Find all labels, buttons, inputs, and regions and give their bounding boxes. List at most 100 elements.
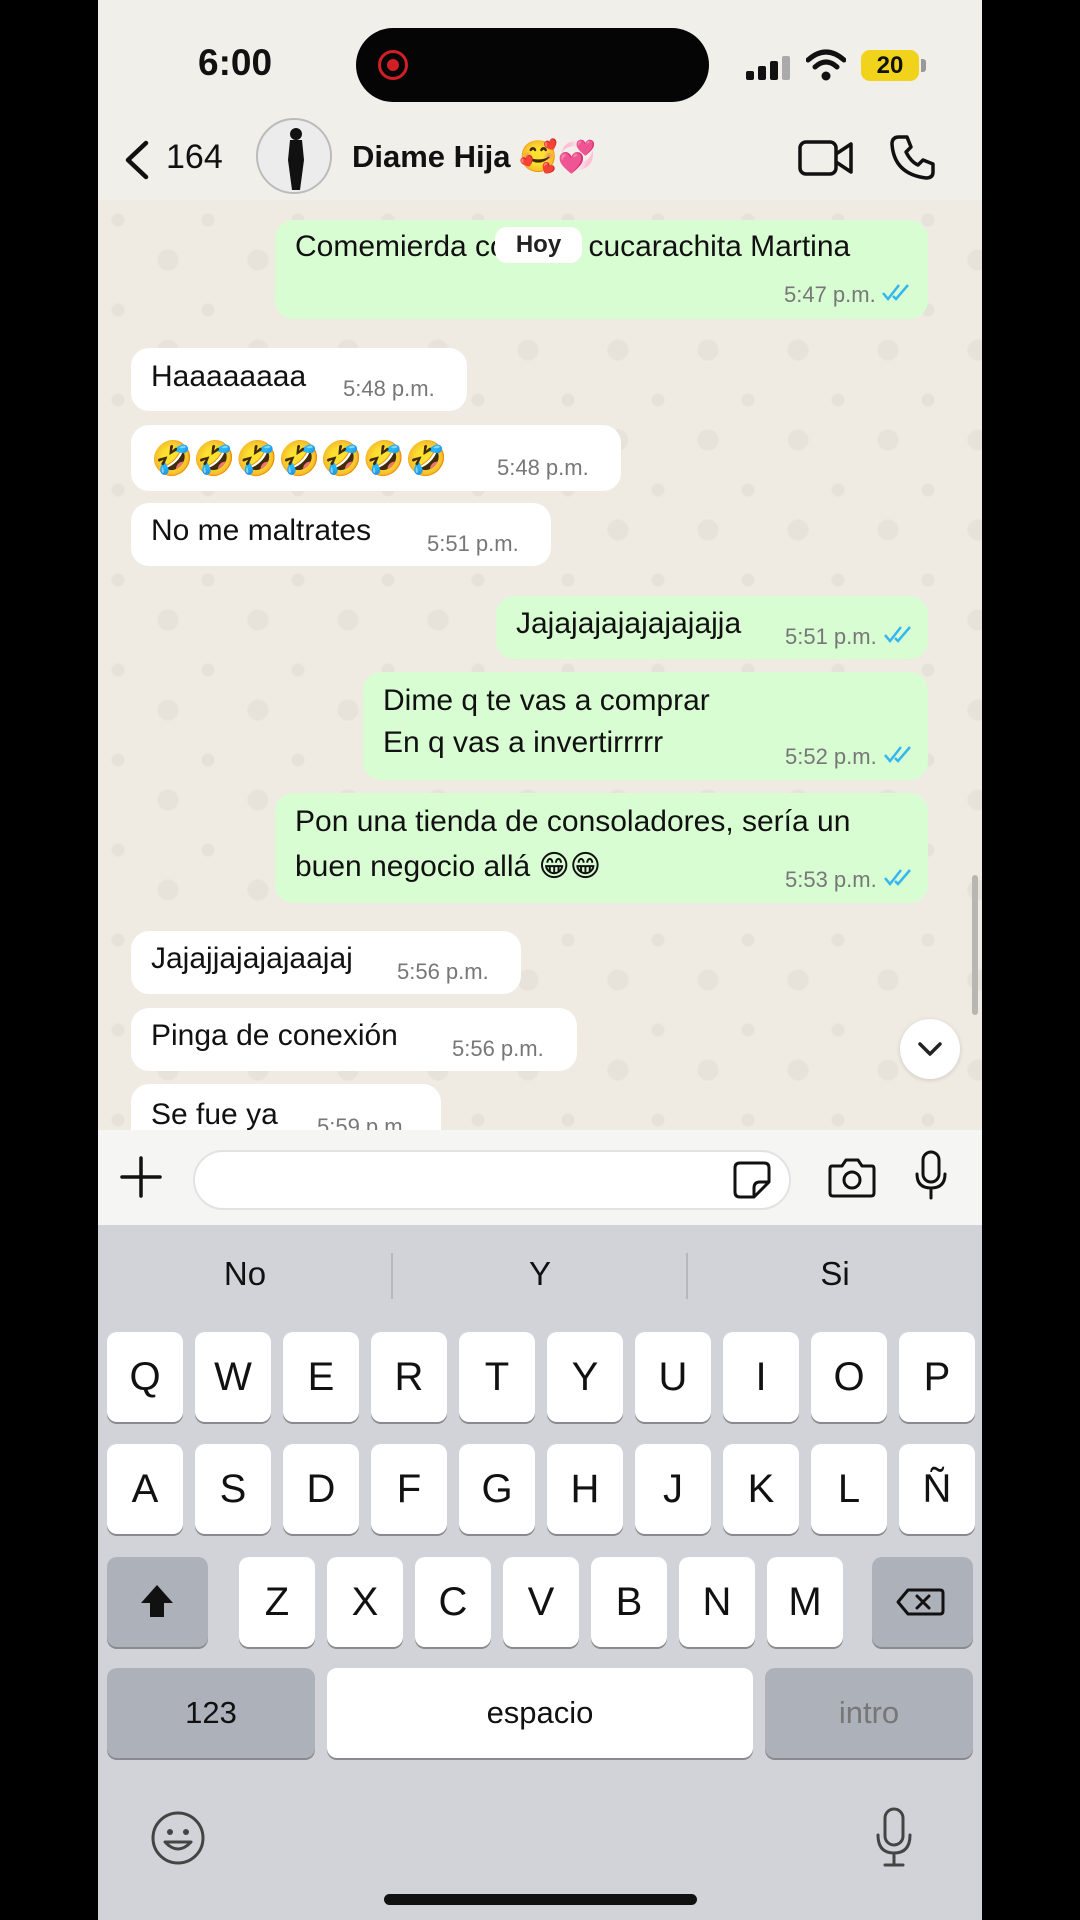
- dictation-mic-icon[interactable]: [874, 1807, 914, 1869]
- chat-screen: 6:00 20 164 Diame Hija 🥰💞 Comemierda com…: [98, 0, 982, 1920]
- recording-indicator-icon: [378, 50, 408, 80]
- key-z[interactable]: Z: [239, 1557, 315, 1647]
- message-bubble-incoming[interactable]: 🤣🤣🤣🤣🤣🤣🤣 5:48 p.m.: [131, 425, 621, 491]
- read-receipt-icon: [884, 746, 911, 763]
- sticker-icon[interactable]: [732, 1160, 772, 1200]
- message-text: Dime q te vas a comprar: [383, 684, 710, 717]
- shift-arrow-icon: [141, 1585, 173, 1617]
- key-u[interactable]: U: [635, 1332, 711, 1422]
- key-w[interactable]: W: [195, 1332, 271, 1422]
- message-text: En q vas a invertirrrrr: [383, 726, 664, 759]
- key-i[interactable]: I: [723, 1332, 799, 1422]
- battery-indicator: 20: [861, 50, 919, 81]
- message-time: 5:53 p.m.: [785, 867, 877, 892]
- key-g[interactable]: G: [459, 1444, 535, 1534]
- space-key[interactable]: espacio: [327, 1668, 753, 1758]
- message-bubble-outgoing[interactable]: Jajajajajajajajajja 5:51 p.m.: [496, 596, 928, 659]
- shift-key[interactable]: [107, 1557, 208, 1647]
- battery-cap: [921, 59, 926, 72]
- status-time: 6:00: [198, 42, 273, 83]
- key-r[interactable]: R: [371, 1332, 447, 1422]
- camera-icon[interactable]: [828, 1156, 876, 1198]
- key-k[interactable]: K: [723, 1444, 799, 1534]
- cellular-signal-icon: [746, 56, 790, 80]
- message-text: Haaaaaaaa: [151, 360, 307, 393]
- message-bubble-outgoing[interactable]: Comemierda como la cucarachita Martina 5…: [275, 220, 928, 319]
- message-time: 5:52 p.m.: [785, 744, 877, 769]
- keyboard: No Y Si Q W E R T Y U I O P A S D F G H …: [98, 1225, 982, 1920]
- unread-chats-count[interactable]: 164: [166, 138, 223, 177]
- message-time: 5:59 p.m.: [317, 1114, 409, 1130]
- voice-call-icon[interactable]: [890, 134, 936, 180]
- key-b[interactable]: B: [591, 1557, 667, 1647]
- suggestion-1[interactable]: No: [98, 1255, 392, 1293]
- key-o[interactable]: O: [811, 1332, 887, 1422]
- key-x[interactable]: X: [327, 1557, 403, 1647]
- message-text: 🤣🤣🤣🤣🤣🤣🤣: [151, 440, 448, 478]
- message-text: Pinga de conexión: [151, 1019, 398, 1052]
- key-j[interactable]: J: [635, 1444, 711, 1534]
- key-c[interactable]: C: [415, 1557, 491, 1647]
- key-a[interactable]: A: [107, 1444, 183, 1534]
- scroll-to-bottom-button[interactable]: [900, 1019, 960, 1079]
- key-h[interactable]: H: [547, 1444, 623, 1534]
- message-bubble-incoming[interactable]: Jajajjajajajaajaj 5:56 p.m.: [131, 931, 521, 994]
- back-chevron-icon[interactable]: [120, 140, 154, 180]
- voice-note-mic-icon[interactable]: [914, 1150, 948, 1200]
- read-receipt-icon: [884, 626, 911, 643]
- suggestion-3[interactable]: Si: [688, 1255, 982, 1293]
- key-m[interactable]: M: [767, 1557, 843, 1647]
- message-bubble-outgoing[interactable]: Pon una tienda de consoladores, sería un…: [275, 793, 928, 903]
- message-bubble-incoming[interactable]: No me maltrates 5:51 p.m.: [131, 503, 551, 566]
- message-time: 5:51 p.m.: [427, 531, 519, 556]
- message-time: 5:48 p.m.: [343, 376, 435, 401]
- read-receipt-icon: [884, 869, 911, 886]
- key-t[interactable]: T: [459, 1332, 535, 1422]
- message-time: 5:56 p.m.: [452, 1036, 544, 1061]
- message-bubble-incoming[interactable]: Pinga de conexión 5:56 p.m.: [131, 1008, 577, 1071]
- scroll-indicator[interactable]: [972, 875, 978, 1015]
- message-text: Pon una tienda de consoladores, sería un: [295, 805, 851, 838]
- message-list[interactable]: Comemierda como la cucarachita Martina 5…: [98, 200, 982, 1130]
- key-n[interactable]: N: [679, 1557, 755, 1647]
- contact-name[interactable]: Diame Hija 🥰💞: [352, 138, 596, 175]
- contact-avatar[interactable]: [256, 118, 332, 194]
- message-text: No me maltrates: [151, 514, 372, 547]
- key-e[interactable]: E: [283, 1332, 359, 1422]
- message-time: 5:48 p.m.: [497, 455, 589, 480]
- attach-plus-icon[interactable]: [120, 1156, 162, 1198]
- message-text: Se fue ya: [151, 1098, 278, 1130]
- key-s[interactable]: S: [195, 1444, 271, 1534]
- message-text: Jajajjajajajaajaj: [151, 942, 353, 975]
- wifi-icon: [806, 49, 846, 81]
- key-l[interactable]: L: [811, 1444, 887, 1534]
- date-chip: Hoy: [495, 227, 582, 263]
- message-bubble-incoming[interactable]: Se fue ya 5:59 p.m.: [131, 1084, 441, 1130]
- message-time: 5:47 p.m.: [784, 282, 876, 307]
- chevron-down-icon: [918, 1042, 942, 1056]
- key-q[interactable]: Q: [107, 1332, 183, 1422]
- delete-key[interactable]: [872, 1557, 973, 1647]
- key-p[interactable]: P: [899, 1332, 975, 1422]
- key-d[interactable]: D: [283, 1444, 359, 1534]
- return-key[interactable]: intro: [765, 1668, 973, 1758]
- suggestion-2[interactable]: Y: [393, 1255, 687, 1293]
- home-indicator[interactable]: [384, 1894, 697, 1905]
- message-text: buen negocio allá 😁😁: [295, 850, 602, 883]
- key-n-tilde[interactable]: Ñ: [899, 1444, 975, 1534]
- emoji-icon[interactable]: [150, 1810, 206, 1866]
- numbers-key[interactable]: 123: [107, 1668, 315, 1758]
- key-y[interactable]: Y: [547, 1332, 623, 1422]
- video-call-icon[interactable]: [798, 138, 854, 178]
- message-input[interactable]: [193, 1150, 791, 1210]
- message-text: Jajajajajajajajajja: [516, 607, 742, 640]
- read-receipt-icon: [882, 284, 909, 301]
- message-time: 5:56 p.m.: [397, 959, 489, 984]
- message-time: 5:51 p.m.: [785, 624, 877, 649]
- message-bubble-incoming[interactable]: Haaaaaaaa 5:48 p.m.: [131, 348, 467, 411]
- key-v[interactable]: V: [503, 1557, 579, 1647]
- backspace-icon: [896, 1588, 945, 1616]
- key-f[interactable]: F: [371, 1444, 447, 1534]
- dynamic-island: [356, 28, 709, 102]
- message-bubble-outgoing[interactable]: Dime q te vas a comprar En q vas a inver…: [363, 672, 928, 780]
